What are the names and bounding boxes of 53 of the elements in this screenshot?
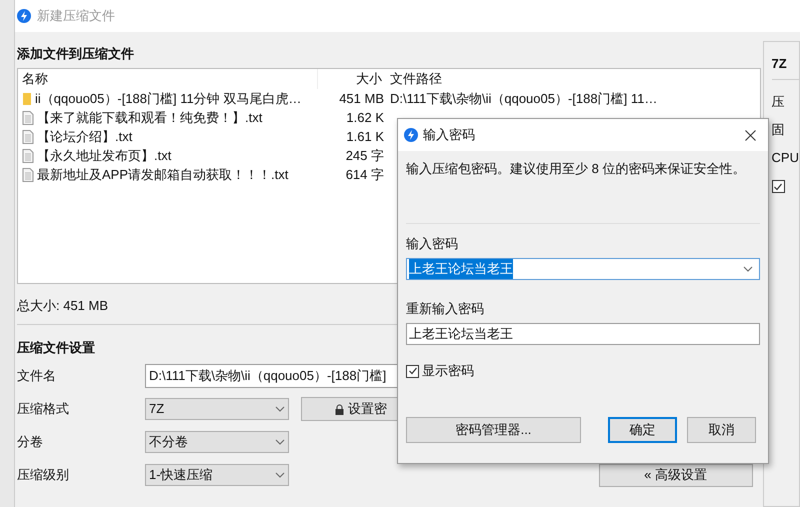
column-header[interactable]: 大小 bbox=[318, 69, 384, 89]
file-name[interactable]: 【论坛介绍】.txt bbox=[37, 126, 132, 146]
file-name[interactable]: 【永久地址发布页】.txt bbox=[37, 146, 172, 166]
file-name[interactable]: ii（qqouo05）-[188门槛] 11分钟 双马尾白虎… bbox=[35, 88, 302, 108]
total-size: 总大小: 451 MB bbox=[17, 297, 108, 314]
checkbox[interactable] bbox=[772, 180, 785, 193]
folder-icon bbox=[22, 92, 32, 106]
field-label: 压缩格式 bbox=[17, 400, 70, 418]
file-path: D:\111下载\杂物\ii（qqouo05）-[188门槛] 11… bbox=[389, 90, 658, 108]
document-icon bbox=[22, 110, 34, 124]
document-icon bbox=[22, 148, 34, 162]
window-title: 新建压缩文件 bbox=[37, 7, 115, 26]
panel-label: CPU bbox=[772, 149, 799, 166]
file-size: 451 MB bbox=[338, 90, 384, 108]
app-logo-icon bbox=[404, 128, 418, 142]
checkbox[interactable] bbox=[406, 364, 419, 378]
file-name[interactable]: 最新地址及APP请发邮箱自动获取！！！.txt bbox=[37, 164, 288, 184]
dialog-title: 输入密码 bbox=[423, 126, 475, 144]
section-heading: 压缩文件设置 bbox=[17, 339, 96, 356]
file-size: 1.61 K bbox=[345, 128, 384, 146]
panel-label: 压 bbox=[772, 93, 786, 110]
dropdown[interactable]: 不分卷 bbox=[145, 431, 289, 453]
section-heading: 添加文件到压缩文件 bbox=[17, 45, 135, 62]
column-header[interactable]: 文件路径 bbox=[384, 69, 442, 89]
panel-title: 7Z bbox=[772, 55, 788, 72]
field-label: 输入密码 bbox=[406, 235, 459, 252]
chevron-down-icon bbox=[743, 266, 753, 272]
document-icon bbox=[22, 168, 34, 182]
field-label: 分卷 bbox=[17, 433, 44, 452]
field-label: 文件名 bbox=[17, 367, 57, 386]
advanced-settings-button[interactable]: « 高级设置 bbox=[598, 464, 753, 486]
file-size: 614 字 bbox=[344, 166, 384, 184]
file-name[interactable]: 【来了就能下载和观看！纯免费！】.txt bbox=[37, 108, 262, 128]
chevron-down-icon bbox=[275, 472, 285, 478]
dialog-button[interactable]: 取消 bbox=[687, 417, 756, 443]
confirm-password-field[interactable]: 上老王论坛当老王 bbox=[406, 323, 760, 345]
dropdown[interactable]: 1-快速压缩 bbox=[145, 464, 289, 486]
field-label: 压缩级别 bbox=[17, 466, 70, 484]
document-icon bbox=[22, 130, 34, 144]
dialog-message: 输入压缩包密码。建议使用至少 8 位的密码来保证安全性。 bbox=[406, 160, 746, 177]
dropdown[interactable]: 7Z bbox=[145, 398, 289, 420]
chevron-down-icon bbox=[275, 439, 285, 445]
column-header[interactable]: 名称 bbox=[18, 69, 318, 89]
field-label: 重新输入密码 bbox=[406, 300, 485, 317]
panel-label: 固 bbox=[772, 121, 786, 138]
close-icon[interactable] bbox=[745, 130, 756, 140]
file-size: 1.62 K bbox=[345, 108, 384, 127]
file-size: 245 字 bbox=[344, 146, 384, 165]
chevron-down-icon bbox=[275, 406, 285, 412]
password-combo-field[interactable]: 上老王论坛当老王 bbox=[406, 258, 760, 280]
dialog-button[interactable]: 密码管理器... bbox=[406, 417, 581, 443]
dialog-button[interactable]: 确定 bbox=[608, 417, 677, 443]
lock-icon bbox=[335, 404, 344, 414]
